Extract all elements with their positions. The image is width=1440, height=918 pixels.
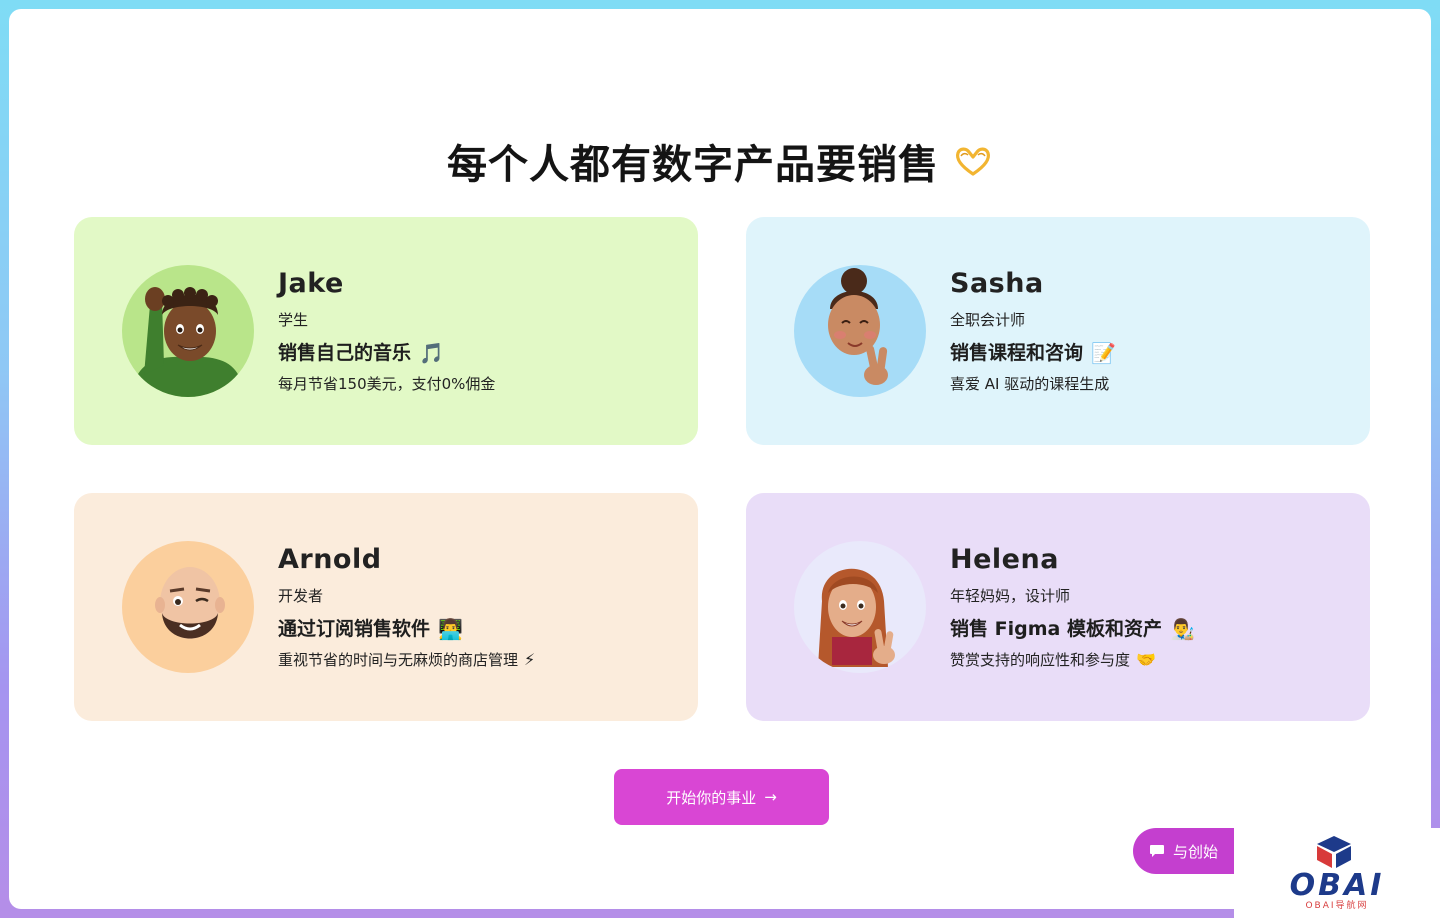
pitch-text: 通过订阅销售软件: [278, 618, 431, 640]
persona-role: 开发者: [278, 587, 324, 605]
cta-label: 开始你的事业: [666, 788, 757, 807]
memo-icon: 📝: [1091, 341, 1116, 365]
main-panel: 每个人都有数字产品要销售 Jake 学生 销售自己的音乐 🎵 每月节省150美元…: [9, 9, 1431, 909]
watermark-sub: OBAI导航网: [1305, 901, 1369, 911]
persona-text-helena: Helena 年轻妈妈，设计师 销售 Figma 模板和资产 👨‍🎨 赞赏支持的…: [950, 541, 1350, 671]
handshake-icon: 🤝: [1136, 650, 1156, 669]
persona-name: Sasha: [950, 268, 1044, 299]
persona-card-arnold: Arnold 开发者 通过订阅销售软件 👨‍💻 重视节省的时间与无麻烦的商店管理…: [74, 493, 698, 721]
persona-benefit: 每月节省150美元，支付0%佣金: [278, 373, 678, 395]
arrow-right-icon: →: [764, 788, 777, 806]
persona-card-helena: Helena 年轻妈妈，设计师 销售 Figma 模板和资产 👨‍🎨 赞赏支持的…: [746, 493, 1370, 721]
persona-text-sasha: Sasha 全职会计师 销售课程和咨询 📝 喜爱 AI 驱动的课程生成: [950, 265, 1350, 395]
persona-name: Jake: [278, 268, 344, 299]
persona-pitch: 销售 Figma 模板和资产 👨‍🎨: [950, 615, 1350, 643]
benefit-text: 喜爱 AI 驱动的课程生成: [950, 375, 1110, 393]
avatar-helena: [794, 541, 926, 673]
persona-pitch: 通过订阅销售软件 👨‍💻: [278, 615, 678, 643]
persona-name: Helena: [950, 544, 1059, 575]
persona-text-arnold: Arnold 开发者 通过订阅销售软件 👨‍💻 重视节省的时间与无麻烦的商店管理…: [278, 541, 678, 671]
pitch-text: 销售自己的音乐: [278, 342, 412, 364]
pitch-text: 销售 Figma 模板和资产: [950, 618, 1162, 640]
avatar-sasha: [794, 265, 926, 397]
lightning-icon: ⚡: [524, 650, 536, 669]
persona-card-sasha: Sasha 全职会计师 销售课程和咨询 📝 喜爱 AI 驱动的课程生成: [746, 217, 1370, 445]
benefit-text: 重视节省的时间与无麻烦的商店管理: [278, 651, 519, 669]
persona-name: Arnold: [278, 544, 382, 575]
page-headline: 每个人都有数字产品要销售: [447, 142, 939, 188]
persona-role: 年轻妈妈，设计师: [950, 587, 1071, 605]
persona-benefit: 重视节省的时间与无麻烦的商店管理 ⚡: [278, 649, 678, 671]
persona-pitch: 销售课程和咨询 📝: [950, 339, 1350, 367]
persona-benefit: 喜爱 AI 驱动的课程生成: [950, 373, 1350, 395]
technologist-icon: 👨‍💻: [438, 617, 463, 641]
headline-row: 每个人都有数字产品要销售: [9, 131, 1431, 191]
persona-benefit: 赞赏支持的响应性和参与度 🤝: [950, 649, 1350, 671]
benefit-text: 赞赏支持的响应性和参与度: [950, 651, 1131, 669]
music-note-icon: 🎵: [419, 341, 444, 365]
artist-icon: 👨‍🎨: [1169, 617, 1195, 641]
cube-logo-icon: [1313, 834, 1355, 870]
persona-card-jake: Jake 学生 销售自己的音乐 🎵 每月节省150美元，支付0%佣金: [74, 217, 698, 445]
obai-watermark: OBAI OBAI导航网: [1234, 828, 1440, 918]
persona-text-jake: Jake 学生 销售自己的音乐 🎵 每月节省150美元，支付0%佣金: [278, 265, 678, 395]
avatar-arnold: [122, 541, 254, 673]
pitch-text: 销售课程和咨询: [950, 342, 1084, 364]
benefit-text: 每月节省150美元，支付0%佣金: [278, 375, 496, 393]
persona-pitch: 销售自己的音乐 🎵: [278, 339, 678, 367]
heart-hands-icon: [953, 144, 993, 178]
chat-bubble-icon: [1149, 844, 1165, 858]
persona-role: 全职会计师: [950, 311, 1026, 329]
chat-label: 与创始: [1173, 842, 1219, 861]
persona-role: 学生: [278, 311, 309, 329]
start-business-button[interactable]: 开始你的事业 →: [614, 769, 829, 825]
avatar-jake: [122, 265, 254, 397]
